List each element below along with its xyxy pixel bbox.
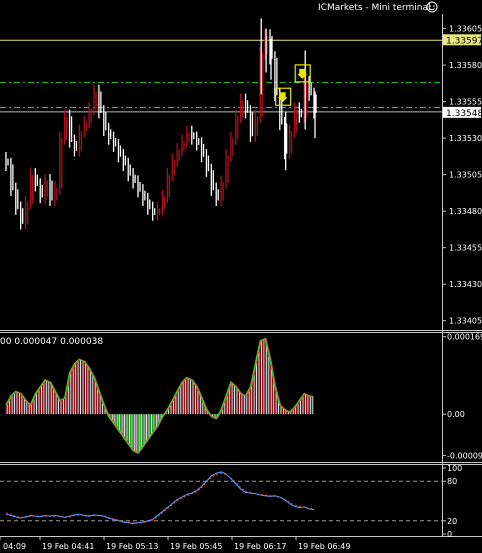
time-label: 19 Feb 05:45 — [170, 542, 222, 551]
stoch-tick-label: 100 — [447, 464, 462, 473]
price-tick-label: 1.33430 — [449, 280, 482, 289]
price-tick-label: 1.33530 — [449, 134, 482, 143]
price-tick-label: 1.33580 — [449, 61, 482, 70]
stoch-tick-label: 80 — [447, 477, 457, 486]
time-label: 19 Feb 06:17 — [234, 542, 286, 551]
price-tick-label: 1.33480 — [449, 207, 482, 216]
price-tick-label: 1.33405 — [449, 317, 482, 326]
price-tick-label: 1.33605 — [449, 25, 482, 34]
ask-price-badge: 1.33597 — [443, 34, 482, 46]
bid-price-label: 1.33548 — [446, 109, 482, 119]
macd-tick-label: 0.000169 — [447, 333, 482, 342]
stoch-tick-label: 20 — [447, 517, 457, 526]
time-label: 19 Feb 04:41 — [42, 542, 94, 551]
bid-price-badge: 1.33548 — [443, 106, 482, 119]
macd-tick-label: -0.00009 — [447, 451, 482, 460]
price-tick-label: 1.33555 — [449, 98, 482, 107]
price-tick-label: 1.33455 — [449, 244, 482, 253]
time-label: 19 Feb 05:13 — [106, 542, 158, 551]
stoch-tick-label: 0 — [447, 530, 452, 539]
window-title: ICMarkets - Mini terminal — [318, 3, 430, 13]
ask-price-label: 1.33597 — [446, 36, 482, 46]
price-tick-label: 1.33505 — [449, 171, 482, 180]
macd-tick-label: 0.00 — [447, 410, 465, 419]
mini-terminal-chart[interactable]: ICMarkets - Mini terminal 1.33605 1.33580… — [0, 0, 482, 553]
macd-header: 00 0.000047 0.000038 — [0, 337, 103, 347]
time-label: 19 Feb 06:49 — [298, 542, 350, 551]
time-label: 04:09 — [3, 542, 26, 551]
